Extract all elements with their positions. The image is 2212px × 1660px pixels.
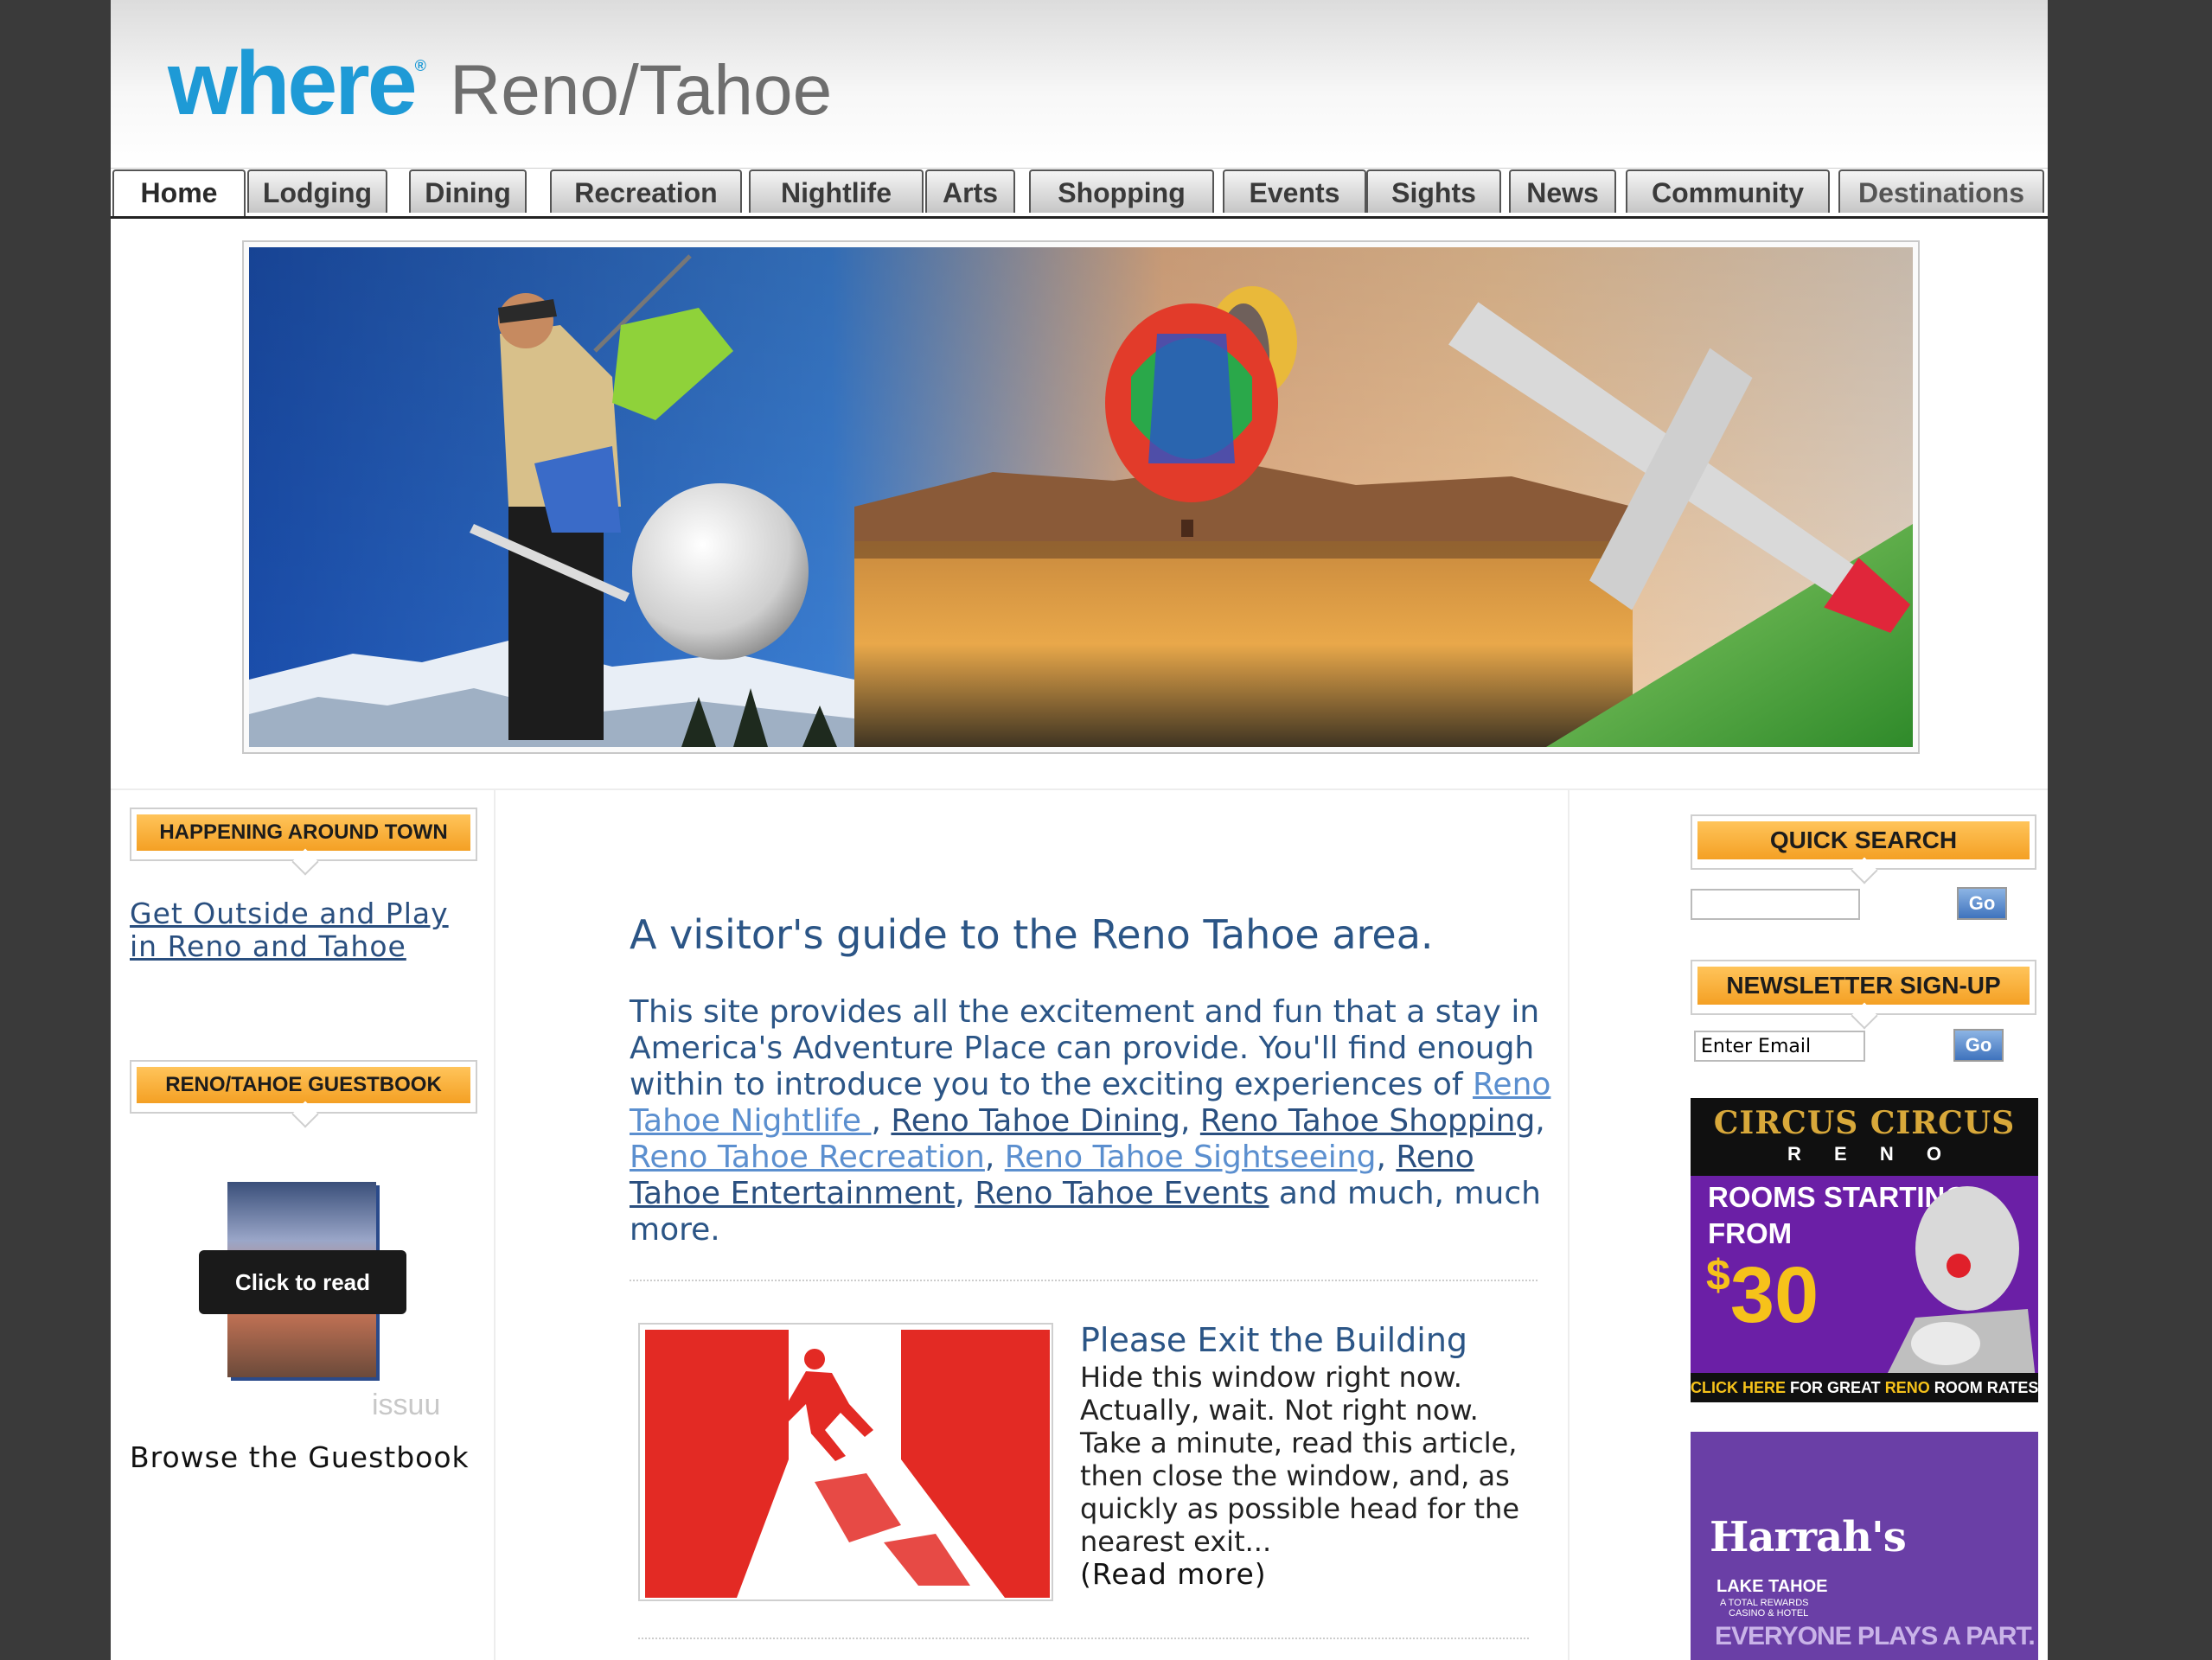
tab-nightlife[interactable]: Nightlife <box>749 169 924 213</box>
link-sightseeing[interactable]: Reno Tahoe Sightseeing <box>1005 1140 1377 1175</box>
ad-clown-photo <box>1881 1186 2036 1387</box>
left-sidebar: HAPPENING AROUND TOWN Get Outside and Pl… <box>111 790 495 1660</box>
main-nav: Home Lodging Dining Recreation Nightlife… <box>111 168 2048 219</box>
tab-events[interactable]: Events <box>1223 169 1366 213</box>
tab-lodging[interactable]: Lodging <box>247 169 387 213</box>
intro-paragraph: This site provides all the excitement an… <box>630 994 1551 1248</box>
ad-price-value: 30 <box>1729 1251 1819 1339</box>
read-more-link[interactable]: (Read more) <box>1080 1557 1267 1591</box>
harrahs-ad[interactable]: Harrah's LAKE TAHOE A TOTAL REWARDS CASI… <box>1691 1432 2038 1660</box>
tab-recreation[interactable]: Recreation <box>550 169 742 213</box>
page-heading: A visitor's guide to the Reno Tahoe area… <box>630 911 1434 958</box>
notch <box>1851 857 1878 884</box>
tab-destinations[interactable]: Destinations <box>1838 169 2044 213</box>
happening-link[interactable]: Get Outside and Play in Reno and Tahoe <box>130 897 449 963</box>
logo-where[interactable]: where® <box>168 33 426 136</box>
article-body: Hide this window right now. Actually, wa… <box>1080 1361 1547 1591</box>
guestbook-title: RENO/TAHOE GUESTBOOK <box>137 1067 470 1103</box>
notch <box>291 848 319 876</box>
ad-brand-sub: R E N O <box>1787 1143 1941 1165</box>
harrahs-sub2: A TOTAL REWARDS <box>1720 1598 1809 1608</box>
ad-line2: FROM <box>1708 1217 1793 1249</box>
ad-dollar: $ <box>1706 1251 1730 1299</box>
main-content: A visitor's guide to the Reno Tahoe area… <box>495 790 1568 1660</box>
tab-shopping[interactable]: Shopping <box>1029 169 1214 213</box>
divider <box>638 1638 1529 1639</box>
article-text: Hide this window right now. Actually, wa… <box>1080 1361 1519 1558</box>
email-input[interactable] <box>1694 1031 1865 1062</box>
page: where® Reno/Tahoe Home Lodging Dining Re… <box>111 0 2048 1660</box>
article-title[interactable]: Please Exit the Building <box>1080 1321 1467 1359</box>
ad-cta: CLICK HERE FOR GREAT RENO ROOM RATES <box>1691 1373 2038 1402</box>
tab-dining[interactable]: Dining <box>409 169 527 213</box>
divider <box>630 1280 1538 1281</box>
exit-sign-image <box>645 1330 1050 1598</box>
harrahs-tagline: EVERYONE PLAYS A PART. <box>1715 1622 2036 1650</box>
link-recreation[interactable]: Reno Tahoe Recreation <box>630 1140 985 1175</box>
logo-city-name: Reno/Tahoe <box>450 51 833 130</box>
search-go-button[interactable]: Go <box>1957 887 2007 920</box>
tab-news[interactable]: News <box>1509 169 1616 213</box>
harrahs-sub: LAKE TAHOE <box>1717 1577 1828 1596</box>
newsletter-box-header: NEWSLETTER SIGN-UP <box>1691 960 2036 1030</box>
guestbook-box-header: RENO/TAHOE GUESTBOOK <box>130 1060 477 1128</box>
site-header: where® Reno/Tahoe <box>111 0 2048 169</box>
ad-cta-d: ROOM RATES <box>1929 1379 2038 1396</box>
article-image-frame[interactable] <box>638 1323 1053 1601</box>
tab-home[interactable]: Home <box>112 169 246 216</box>
notch <box>1851 1002 1878 1030</box>
hero-banner-frame <box>242 240 1920 754</box>
ad-price: $30 <box>1706 1250 1819 1341</box>
hero-banner-image <box>249 247 1913 747</box>
happening-title: HAPPENING AROUND TOWN <box>137 814 470 851</box>
link-events[interactable]: Reno Tahoe Events <box>975 1176 1269 1211</box>
link-shopping[interactable]: Reno Tahoe Shopping <box>1200 1103 1535 1139</box>
link-dining[interactable]: Reno Tahoe Dining <box>891 1103 1180 1139</box>
browse-guestbook-label[interactable]: Browse the Guestbook <box>130 1440 470 1474</box>
newsletter-go-button[interactable]: Go <box>1953 1029 2004 1062</box>
ad-cta-c: RENO <box>1884 1379 1930 1396</box>
harrahs-sub3: CASINO & HOTEL <box>1729 1608 1809 1618</box>
quick-search-title: QUICK SEARCH <box>1697 821 2030 859</box>
ad-brand: CIRCUS CIRCUS <box>1713 1105 2016 1141</box>
intro-text: This site provides all the excitement an… <box>630 994 1540 1102</box>
notch <box>291 1101 319 1128</box>
click-to-read-button[interactable]: Click to read <box>199 1250 406 1314</box>
issuu-logo[interactable]: issuu <box>372 1389 440 1422</box>
search-input[interactable] <box>1691 889 1860 920</box>
tab-community[interactable]: Community <box>1626 169 1830 213</box>
harrahs-brand: Harrah's <box>1710 1513 1907 1561</box>
circus-circus-ad[interactable]: CIRCUS CIRCUS R E N O ROOMS STARTING FRO… <box>1691 1098 2038 1402</box>
newsletter-title: NEWSLETTER SIGN-UP <box>1697 967 2030 1005</box>
quick-search-box-header: QUICK SEARCH <box>1691 814 2036 884</box>
ad-cta-b: FOR GREAT <box>1786 1379 1885 1396</box>
right-sidebar: QUICK SEARCH Go NEWSLETTER SIGN-UP Go CI… <box>1568 790 2049 1660</box>
tab-arts[interactable]: Arts <box>925 169 1015 213</box>
happening-box-header: HAPPENING AROUND TOWN <box>130 808 477 876</box>
tab-sights[interactable]: Sights <box>1366 169 1501 213</box>
ad-cta-a: CLICK HERE <box>1691 1379 1787 1396</box>
